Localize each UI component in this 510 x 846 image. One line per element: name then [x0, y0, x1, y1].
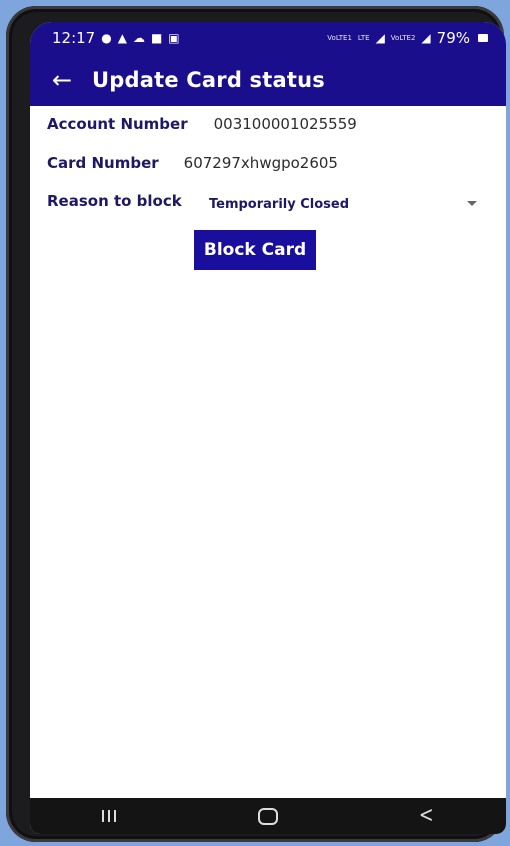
block-card-button[interactable]: Block Card [194, 230, 316, 270]
image-icon: ▣ [168, 31, 180, 45]
reason-selected-value: Temporarily Closed [209, 196, 350, 212]
card-label: Card Number [47, 154, 159, 172]
mail-icon: ■ [150, 31, 163, 45]
reason-row: Reason to block [47, 192, 182, 210]
system-nav-bar: < [30, 798, 506, 834]
recents-button[interactable] [69, 798, 149, 834]
reason-dropdown[interactable]: Temporarily Closed [209, 192, 479, 216]
status-bar: 12:17 ● ▲ ☁ ■ ▣ VoLTE1 LTE ◢ VoLTE2 ◢ 79… [30, 22, 506, 54]
battery-icon [478, 34, 488, 42]
status-left: 12:17 ● ▲ ☁ ■ ▣ [52, 29, 180, 47]
battery-percent: 79% [436, 29, 470, 47]
account-label: Account Number [47, 115, 188, 133]
phone-frame: 12:17 ● ▲ ☁ ■ ▣ VoLTE1 LTE ◢ VoLTE2 ◢ 79… [6, 6, 506, 842]
status-right: VoLTE1 LTE ◢ VoLTE2 ◢ 79% [327, 29, 488, 47]
card-value: 607297xhwgpo2605 [183, 154, 338, 172]
clock: 12:17 [52, 29, 96, 47]
screen: 12:17 ● ▲ ☁ ■ ▣ VoLTE1 LTE ◢ VoLTE2 ◢ 79… [30, 22, 506, 834]
arrow-left-icon: ← [51, 66, 73, 94]
app-bar: ← Update Card status [30, 54, 506, 106]
home-button[interactable] [228, 798, 308, 834]
account-row: Account Number 003100001025559 [47, 115, 357, 133]
back-button[interactable]: ← [34, 54, 90, 106]
recents-icon [102, 810, 117, 822]
alert-icon: ▲ [117, 31, 127, 45]
page-title: Update Card status [92, 68, 325, 92]
system-back-button[interactable]: < [387, 798, 467, 834]
signal-icon: ◢ [375, 31, 385, 45]
chat-icon: ● [101, 31, 112, 45]
volte1-indicator: VoLTE1 [327, 33, 352, 42]
cloud-icon: ☁ [132, 31, 145, 45]
card-row: Card Number 607297xhwgpo2605 [47, 154, 338, 172]
home-icon [257, 807, 278, 825]
reason-label: Reason to block [47, 192, 182, 210]
volte2-indicator: VoLTE2 [390, 33, 416, 42]
lte-indicator: LTE [357, 33, 370, 42]
chevron-down-icon [467, 201, 477, 206]
chevron-left-icon: < [419, 803, 435, 828]
signal-icon-2: ◢ [421, 31, 431, 45]
account-value: 003100001025559 [213, 115, 357, 133]
